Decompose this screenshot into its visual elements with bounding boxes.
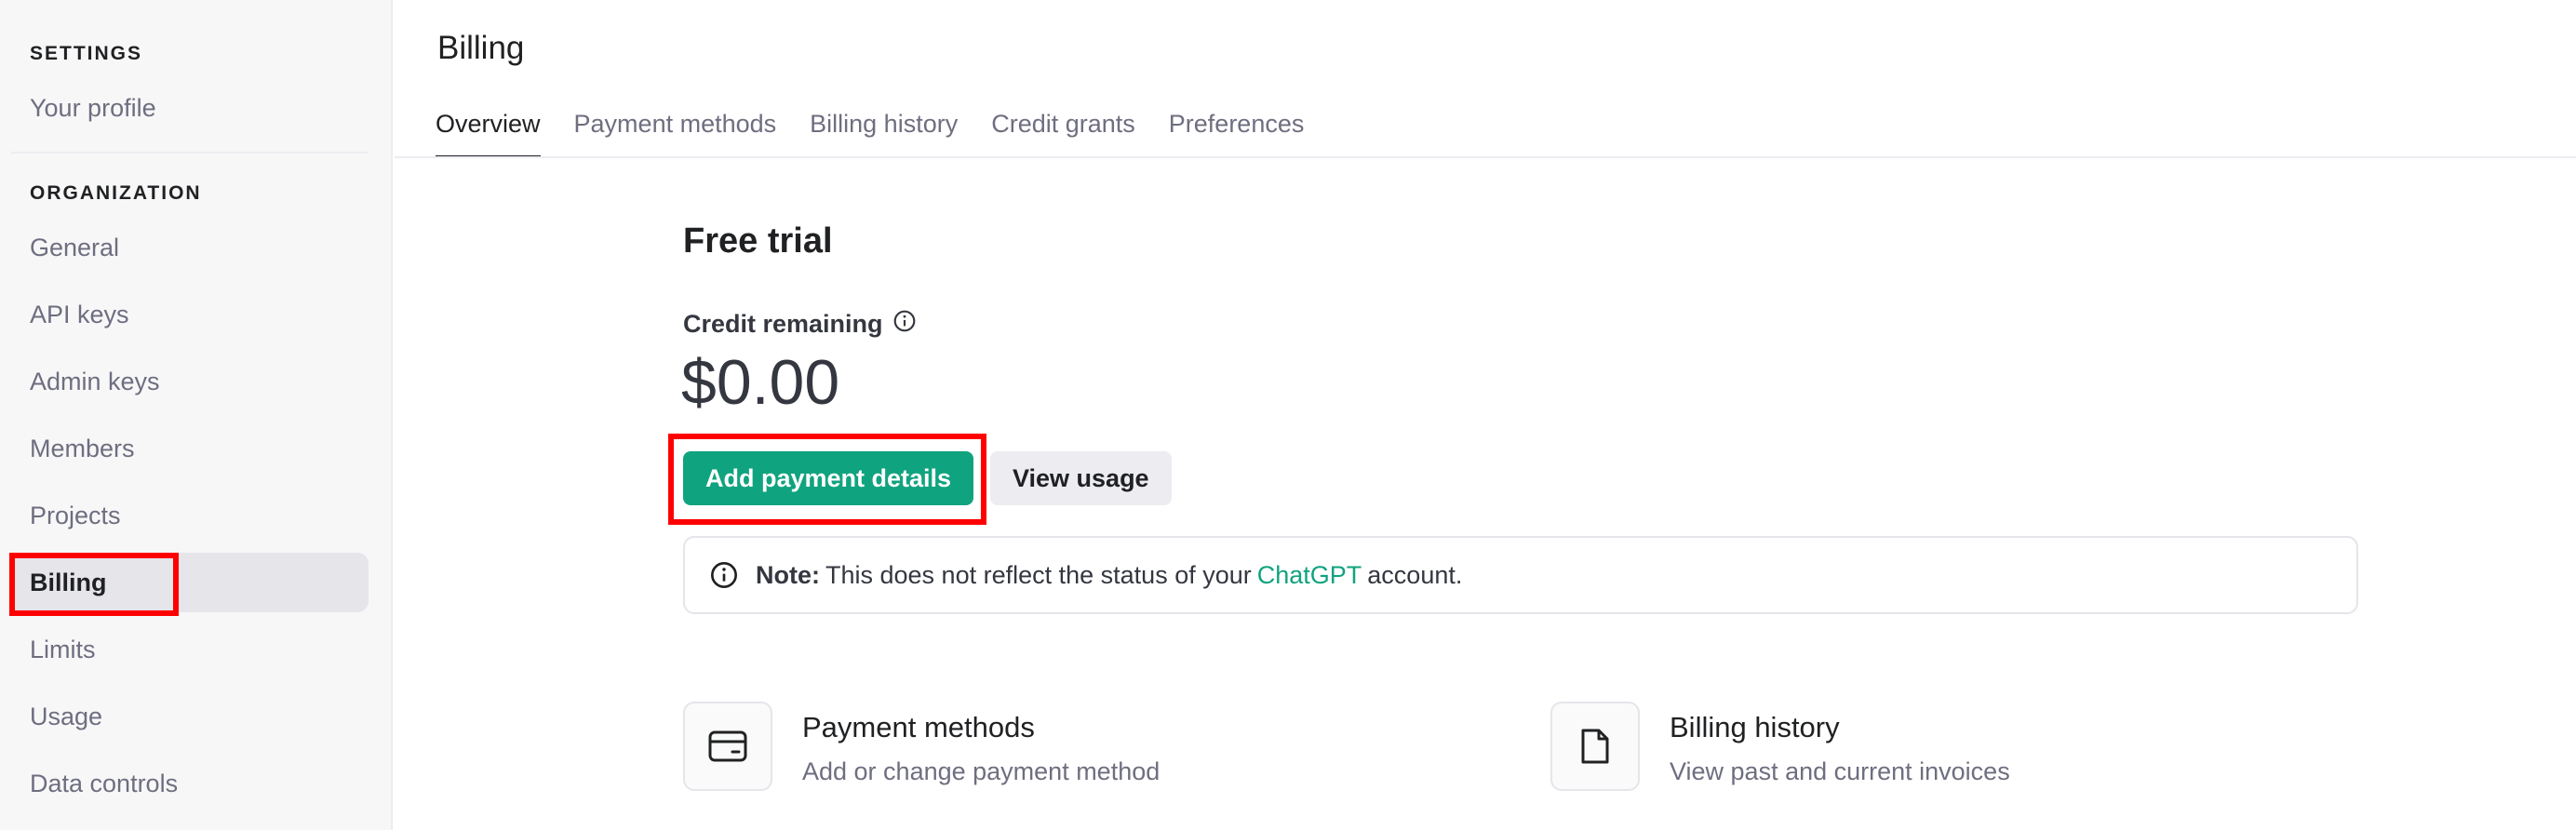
card-title: Payment methods xyxy=(802,711,1035,743)
chatgpt-link[interactable]: ChatGPT xyxy=(1257,561,1362,590)
plan-title: Free trial xyxy=(683,221,833,261)
info-icon xyxy=(709,560,739,590)
info-icon[interactable] xyxy=(892,309,917,340)
sidebar-item-api-keys[interactable]: API keys xyxy=(11,285,369,344)
sidebar-item-general[interactable]: General xyxy=(11,218,369,277)
add-payment-details-button[interactable]: Add payment details xyxy=(683,451,974,505)
note-banner: Note: This does not reflect the status o… xyxy=(683,536,2358,614)
tab-bar: Overview Payment methods Billing history… xyxy=(436,102,1337,158)
card-description: Add or change payment method xyxy=(802,757,1161,785)
sidebar-item-billing[interactable]: Billing xyxy=(11,553,369,612)
sidebar-item-data-controls[interactable]: Data controls xyxy=(11,754,369,813)
main-content: Billing Overview Payment methods Billing… xyxy=(395,0,2576,830)
page-title: Billing xyxy=(437,30,525,66)
card-description: View past and current invoices xyxy=(1670,757,2010,785)
tab-payment-methods[interactable]: Payment methods xyxy=(574,102,777,158)
sidebar-item-admin-keys[interactable]: Admin keys xyxy=(11,352,369,411)
tab-overview[interactable]: Overview xyxy=(436,102,541,158)
sidebar-divider xyxy=(11,152,369,154)
sidebar-item-your-profile[interactable]: Your profile xyxy=(11,78,369,138)
note-text: This does not reflect the status of your xyxy=(825,560,1252,589)
note-text-end: account. xyxy=(1367,560,1463,589)
credit-remaining-text: Credit remaining xyxy=(683,310,883,338)
sidebar-item-projects[interactable]: Projects xyxy=(11,486,369,545)
note-prefix: Note: xyxy=(756,560,820,589)
sidebar-item-limits[interactable]: Limits xyxy=(11,620,369,679)
tab-credit-grants[interactable]: Credit grants xyxy=(991,102,1135,158)
organization-heading: ORGANIZATION xyxy=(30,182,202,204)
tabs-divider xyxy=(395,156,2576,158)
sidebar: SETTINGS Your profile ORGANIZATION Gener… xyxy=(0,0,393,830)
settings-heading: SETTINGS xyxy=(30,43,143,64)
tab-preferences[interactable]: Preferences xyxy=(1169,102,1305,158)
credit-card-icon xyxy=(683,702,772,791)
sidebar-item-usage[interactable]: Usage xyxy=(11,687,369,746)
billing-history-card[interactable]: Billing history View past and current in… xyxy=(1550,702,2010,791)
payment-methods-card[interactable]: Payment methods Add or change payment me… xyxy=(683,702,1160,791)
view-usage-button[interactable]: View usage xyxy=(990,451,1172,505)
tab-billing-history[interactable]: Billing history xyxy=(810,102,958,158)
credit-remaining-label: Credit remaining xyxy=(683,309,917,340)
document-icon xyxy=(1550,702,1640,791)
card-title: Billing history xyxy=(1670,711,1840,743)
sidebar-item-members[interactable]: Members xyxy=(11,419,369,478)
credit-remaining-value: $0.00 xyxy=(681,347,840,418)
